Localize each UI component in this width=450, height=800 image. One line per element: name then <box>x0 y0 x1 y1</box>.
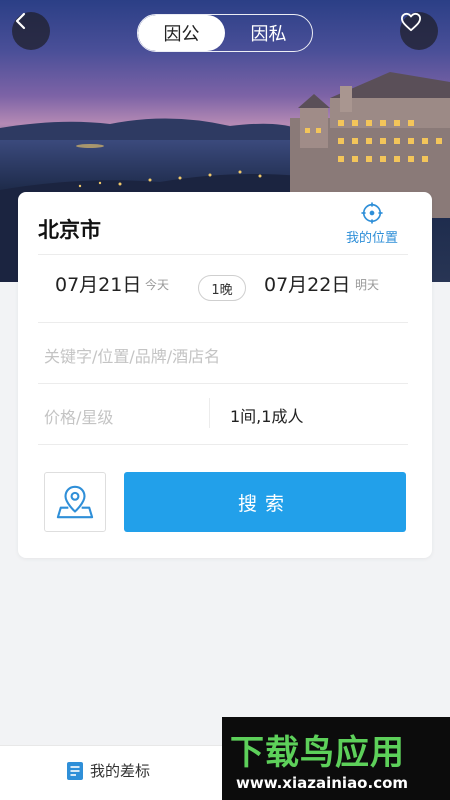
rooms-guests-selector[interactable]: 1间,1成人 <box>230 403 303 427</box>
checkin-day-label: 今天 <box>145 278 170 292</box>
heart-icon <box>400 12 421 32</box>
map-pin-icon <box>56 485 94 519</box>
checkout-day-label: 明天 <box>355 278 380 292</box>
tab-my-travel-standard-label: 我的差标 <box>90 762 151 780</box>
price-star-filter[interactable]: 价格/星级 <box>44 404 113 428</box>
map-search-button[interactable] <box>44 472 106 532</box>
my-location-label: 我的位置 <box>345 231 398 246</box>
tab-personal-trip[interactable]: 因私 <box>225 15 312 51</box>
divider <box>38 383 408 384</box>
chevron-left-icon <box>15 12 26 30</box>
search-button[interactable]: 搜索 <box>124 472 406 532</box>
keyword-search-field[interactable]: 关键字/位置/品牌/酒店名 <box>44 343 220 367</box>
watermark-url: www.xiazainiao.com <box>236 774 409 792</box>
divider <box>38 322 408 323</box>
divider <box>38 444 408 445</box>
divider <box>38 254 408 255</box>
checkout-date[interactable]: 07月22日 <box>264 270 350 297</box>
locate-crosshair-icon <box>361 202 383 224</box>
watermark-overlay: 下载鸟应用 www.xiazainiao.com <box>222 717 450 800</box>
document-list-icon <box>67 761 83 780</box>
hotel-search-card: 北京市 我的位置 07月21日 今天 1晚 07月22日 明天 关键字/位置/品… <box>18 192 432 558</box>
trip-type-toggle[interactable]: 因公 因私 <box>137 14 313 52</box>
my-location-button[interactable]: 我的位置 <box>342 202 402 246</box>
back-button[interactable] <box>12 12 50 50</box>
watermark-title: 下载鸟应用 <box>230 733 405 773</box>
city-selector[interactable]: 北京市 <box>38 214 101 244</box>
vertical-divider <box>209 398 210 428</box>
tab-business-trip[interactable]: 因公 <box>138 15 225 51</box>
checkin-date[interactable]: 07月21日 <box>55 270 141 297</box>
tab-my-travel-standard[interactable]: 我的差标 <box>66 760 150 781</box>
nights-badge: 1晚 <box>198 275 246 301</box>
favorite-button[interactable] <box>400 12 438 50</box>
